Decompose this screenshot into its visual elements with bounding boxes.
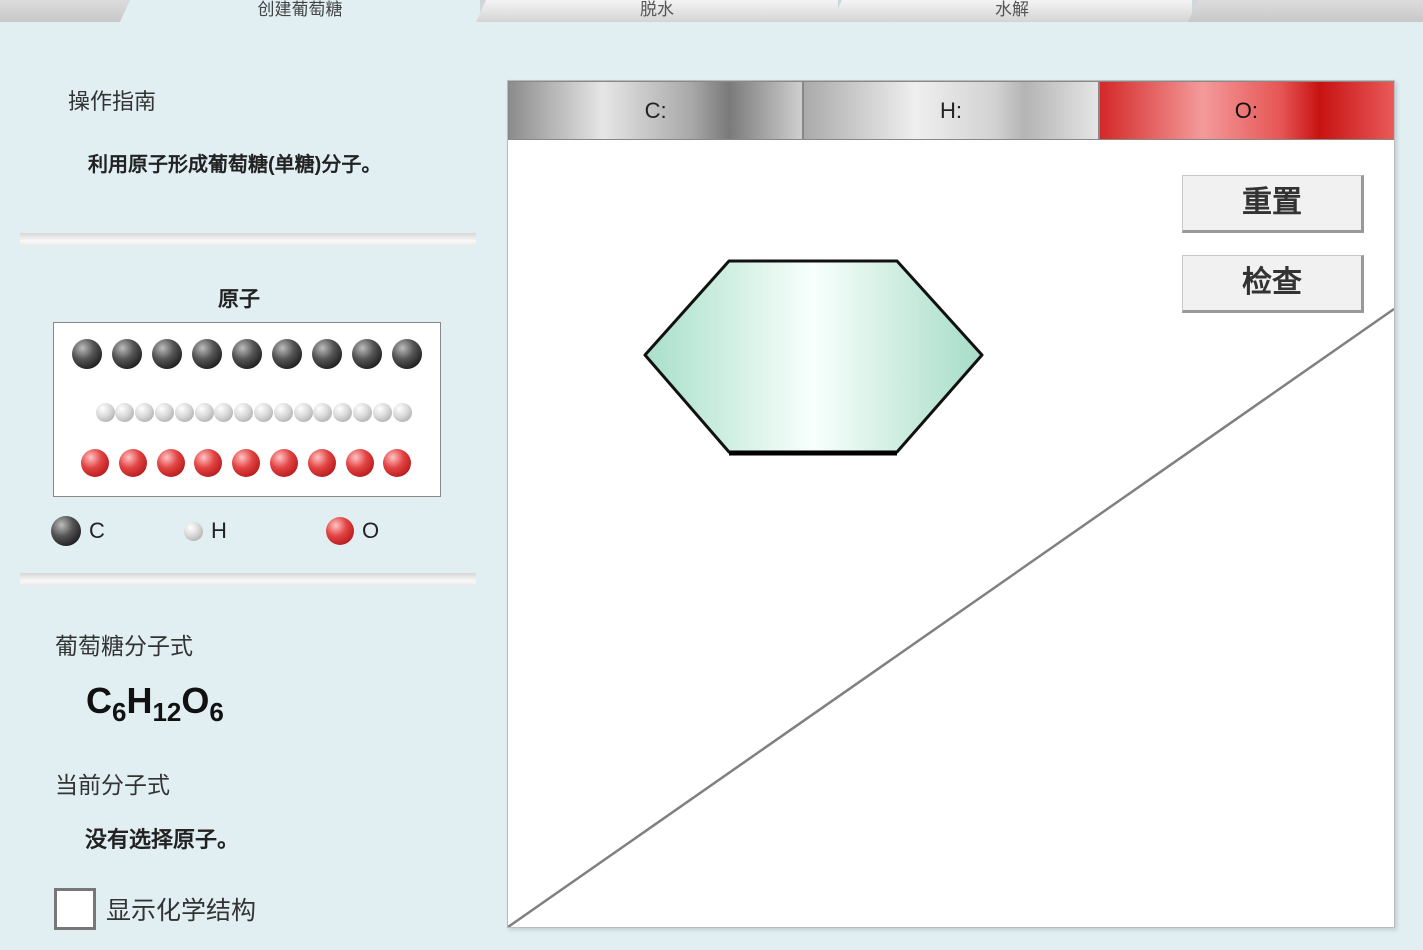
tab-bar: 创建葡萄糖 脱水 水解 <box>0 0 1423 22</box>
hydrogen-atom[interactable] <box>234 402 254 422</box>
legend-hydrogen-label: H <box>211 518 227 543</box>
oxygen-atom[interactable] <box>118 449 147 477</box>
legend-carbon-label: C <box>89 518 105 543</box>
hydrogen-atom[interactable] <box>154 402 174 422</box>
reset-button[interactable]: 重置 <box>1182 175 1364 233</box>
hydrogen-atom[interactable] <box>135 402 155 422</box>
formula-c: C <box>86 680 112 721</box>
carbon-atom[interactable] <box>152 339 182 369</box>
hydrogen-atom[interactable] <box>372 402 392 422</box>
carbon-atom[interactable] <box>232 339 262 369</box>
hydrogen-atom[interactable] <box>352 402 372 422</box>
check-button[interactable]: 检查 <box>1182 255 1364 313</box>
atoms-title: 原子 <box>218 288 260 311</box>
glucose-formula: C6H12O6 <box>86 680 224 728</box>
oxygen-atom[interactable] <box>232 449 261 477</box>
oxygen-atom[interactable] <box>270 449 298 477</box>
hydrogen-atom-icon <box>184 521 203 541</box>
formula-c-count: 6 <box>112 697 127 727</box>
workspace[interactable]: C: H: O: 重置 检查 <box>507 80 1395 928</box>
carbon-atom[interactable] <box>272 339 302 369</box>
current-formula-text: 没有选择原子。 <box>85 827 240 852</box>
current-formula-label: 当前分子式 <box>55 772 170 798</box>
divider <box>20 233 476 246</box>
hydrogen-atom[interactable] <box>95 402 115 422</box>
hydrogen-atom[interactable] <box>392 402 412 422</box>
hydrogen-atom[interactable] <box>293 402 313 422</box>
guide-text: 利用原子形成葡萄糖(单糖)分子。 <box>88 154 382 176</box>
glucose-formula-label: 葡萄糖分子式 <box>55 633 193 659</box>
carbon-atom[interactable] <box>312 339 342 369</box>
oxygen-atom[interactable] <box>307 449 336 477</box>
tab-create-glucose[interactable]: 创建葡萄糖 <box>120 0 480 22</box>
legend-oxygen: O <box>326 515 379 547</box>
carbon-atom[interactable] <box>72 339 102 369</box>
oxygen-atom[interactable] <box>156 449 185 477</box>
oxygen-atom[interactable] <box>345 449 374 477</box>
oxygen-atom-icon <box>326 517 354 545</box>
tab-hydrolysis[interactable]: 水解 <box>832 0 1192 22</box>
hydrogen-atom[interactable] <box>174 402 194 422</box>
hydrogen-atom[interactable] <box>313 402 333 422</box>
legend-carbon: C <box>51 515 105 547</box>
tab-spacer-left <box>0 0 130 22</box>
oxygen-atom[interactable] <box>81 449 109 477</box>
divider <box>20 573 476 586</box>
formula-h: H <box>126 680 153 721</box>
carbon-atom[interactable] <box>352 339 382 369</box>
show-structure-checkbox[interactable] <box>54 888 96 930</box>
sugar-ring-icon[interactable] <box>643 259 984 454</box>
legend-oxygen-label: O <box>362 518 380 543</box>
carbon-atom[interactable] <box>112 339 142 369</box>
oxygen-atom[interactable] <box>383 449 412 477</box>
hydrogen-atom[interactable] <box>115 402 135 422</box>
tab-spacer-right <box>1188 0 1423 22</box>
diagonal-line <box>508 307 1394 927</box>
hydrogen-atom[interactable] <box>253 402 273 422</box>
hydrogen-atom[interactable] <box>214 402 234 422</box>
legend-hydrogen: H <box>184 515 227 547</box>
hydrogen-atom[interactable] <box>273 402 293 422</box>
formula-o-count: 6 <box>209 697 224 727</box>
tab-dehydration[interactable]: 脱水 <box>476 0 838 22</box>
carbon-atom-icon <box>51 516 81 546</box>
hydrogen-atom[interactable] <box>194 402 214 422</box>
show-structure-label: 显示化学结构 <box>106 897 257 925</box>
guide-title: 操作指南 <box>68 89 157 114</box>
carbon-atom[interactable] <box>192 339 222 369</box>
atom-pool <box>53 322 441 497</box>
formula-o: O <box>181 680 210 721</box>
hydrogen-atom[interactable] <box>333 402 353 422</box>
carbon-atom[interactable] <box>392 339 422 369</box>
formula-h-count: 12 <box>152 697 182 727</box>
show-structure-row[interactable]: 显示化学结构 <box>54 888 256 930</box>
oxygen-atom[interactable] <box>194 449 223 477</box>
